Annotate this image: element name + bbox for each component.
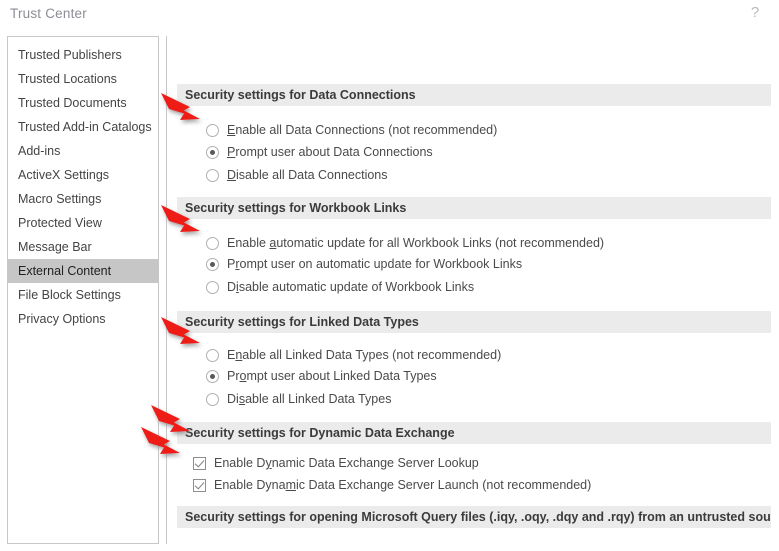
option-label: Enable all Linked Data Types (not recomm…	[227, 348, 502, 362]
option-label: Disable automatic update of Workbook Lin…	[227, 280, 475, 294]
option-label: Prompt user about Linked Data Types	[227, 369, 437, 383]
group-header-0: Security settings for Data Connections	[177, 84, 771, 106]
checkbox-option-4-0[interactable]: Always block the connection of untrusted…	[193, 541, 697, 544]
sidebar-item-trusted-publishers[interactable]: Trusted Publishers	[8, 43, 158, 67]
radio-button-icon[interactable]	[206, 258, 219, 271]
trust-center-category-sidebar: Trusted Publishers Trusted Locations Trust…	[7, 36, 159, 544]
sidebar-item-file-block-settings[interactable]: File Block Settings	[8, 283, 158, 307]
radio-option-1-0[interactable]: Enable automatic update for all Workbook…	[206, 234, 604, 253]
sidebar-item-macro-settings[interactable]: Macro Settings	[8, 187, 158, 211]
radio-option-1-2[interactable]: Disable automatic update of Workbook Lin…	[206, 278, 474, 297]
sidebar-item-trusted-locations[interactable]: Trusted Locations	[8, 67, 158, 91]
radio-button-icon[interactable]	[206, 281, 219, 294]
group-header-3: Security settings for Dynamic Data Excha…	[177, 422, 771, 444]
sidebar-item-external-content[interactable]: External Content	[8, 259, 158, 283]
external-content-settings-panel: Security settings for Data Connections En…	[166, 36, 772, 544]
sidebar-item-add-ins[interactable]: Add-ins	[8, 139, 158, 163]
radio-option-1-1[interactable]: Prompt user on automatic update for Work…	[206, 255, 522, 274]
group-header-2: Security settings for Linked Data Types	[177, 311, 771, 333]
question-mark-help-icon[interactable]: ?	[747, 4, 763, 21]
option-label: Prompt user about Data Connections	[227, 145, 433, 159]
option-label: Enable Dynamic Data Exchange Server Look…	[214, 456, 479, 470]
checkmark-icon[interactable]	[193, 479, 206, 492]
option-label: Enable all Data Connections (not recomme…	[227, 123, 498, 137]
option-label: Disable all Linked Data Types	[227, 392, 392, 406]
checkbox-option-3-1[interactable]: Enable Dynamic Data Exchange Server Laun…	[193, 476, 591, 495]
dialog-title-bar: Trust Center ?	[0, 0, 779, 30]
radio-option-2-2[interactable]: Disable all Linked Data Types	[206, 390, 391, 409]
radio-button-icon[interactable]	[206, 370, 219, 383]
radio-option-0-1[interactable]: Prompt user about Data Connections	[206, 143, 433, 162]
radio-button-icon[interactable]	[206, 124, 219, 137]
checkbox-option-3-0[interactable]: Enable Dynamic Data Exchange Server Look…	[193, 454, 479, 473]
radio-option-0-0[interactable]: Enable all Data Connections (not recomme…	[206, 121, 497, 140]
sidebar-item-trusted-documents[interactable]: Trusted Documents	[8, 91, 158, 115]
radio-button-icon[interactable]	[206, 237, 219, 250]
option-label: Enable automatic update for all Workbook…	[227, 236, 605, 250]
sidebar-item-message-bar[interactable]: Message Bar	[8, 235, 158, 259]
option-label: Enable Dynamic Data Exchange Server Laun…	[214, 478, 592, 492]
radio-option-2-0[interactable]: Enable all Linked Data Types (not recomm…	[206, 346, 501, 365]
sidebar-nav-list: Trusted Publishers Trusted Locations Trust…	[8, 37, 158, 331]
group-header-1: Security settings for Workbook Links	[177, 197, 771, 219]
radio-option-0-2[interactable]: Disable all Data Connections	[206, 166, 388, 185]
radio-option-2-1[interactable]: Prompt user about Linked Data Types	[206, 367, 437, 386]
radio-button-icon[interactable]	[206, 169, 219, 182]
radio-button-icon[interactable]	[206, 349, 219, 362]
option-label: Prompt user on automatic update for Work…	[227, 257, 523, 271]
radio-button-icon[interactable]	[206, 146, 219, 159]
group-header-4: Security settings for opening Microsoft …	[177, 506, 771, 528]
checkmark-icon[interactable]	[193, 457, 206, 470]
option-label: Always block the connection of untrusted…	[214, 541, 697, 544]
option-label: Disable all Data Connections	[227, 168, 388, 182]
sidebar-item-protected-view[interactable]: Protected View	[8, 211, 158, 235]
sidebar-item-trusted-add-in-catalogs[interactable]: Trusted Add-in Catalogs	[8, 115, 158, 139]
sidebar-item-activex-settings[interactable]: ActiveX Settings	[8, 163, 158, 187]
radio-button-icon[interactable]	[206, 393, 219, 406]
page-title: Trust Center	[10, 6, 87, 21]
sidebar-item-privacy-options[interactable]: Privacy Options	[8, 307, 158, 331]
